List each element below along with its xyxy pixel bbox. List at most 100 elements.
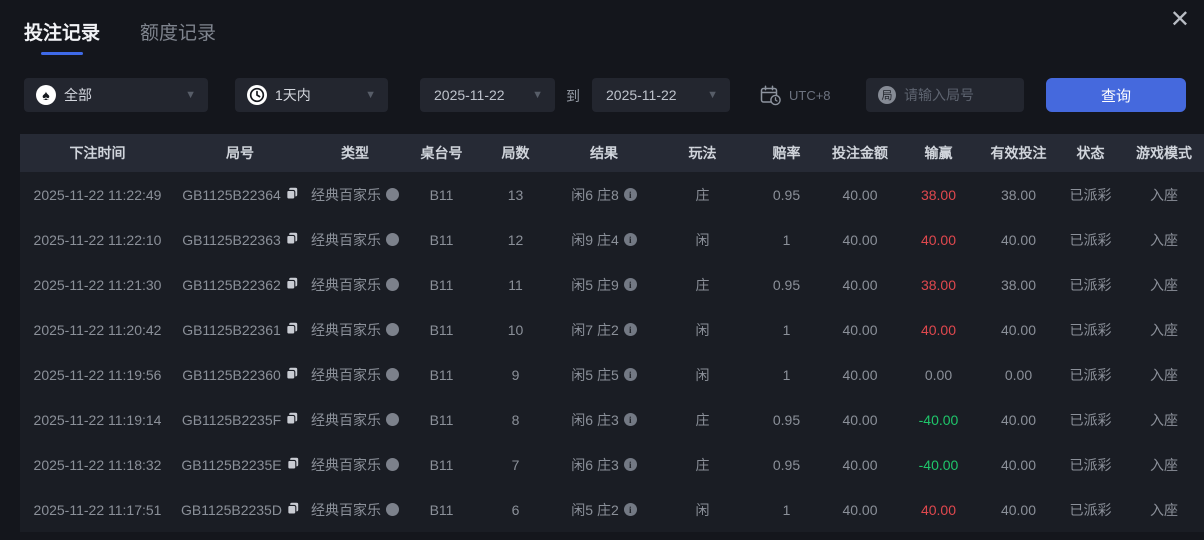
- game-logo-icon: [386, 458, 399, 471]
- cell-type: 经典百家乐: [305, 185, 405, 205]
- type-text: 经典百家乐: [311, 276, 381, 293]
- cell-game-mode: 入座: [1150, 411, 1178, 428]
- game-type-dropdown[interactable]: ♠ 全部 ▼: [24, 78, 208, 112]
- timezone-indicator: UTC+8: [760, 85, 831, 106]
- cell-type: 经典百家乐: [305, 410, 405, 430]
- copy-icon[interactable]: [286, 412, 298, 428]
- cell-game-mode: 入座: [1150, 186, 1178, 203]
- cell-win-loss: 38.00: [920, 186, 957, 203]
- copy-icon[interactable]: [286, 232, 298, 248]
- cell-win-loss: 40.00: [920, 501, 957, 518]
- date-from-value: 2025-11-22: [434, 87, 505, 103]
- cell-bet-amount: 40.00: [842, 186, 878, 203]
- cell-table-no: B11: [429, 231, 454, 248]
- cell-round-no: 6: [511, 501, 520, 518]
- cell-bet-amount: 40.00: [842, 456, 878, 473]
- cell-bet-time: 2025-11-22 11:18:32: [33, 456, 162, 473]
- info-icon[interactable]: i: [623, 188, 637, 201]
- cell-bet-amount: 40.00: [842, 501, 878, 518]
- search-input[interactable]: 局 请输入局号: [866, 78, 1024, 112]
- copy-icon[interactable]: [286, 457, 299, 473]
- cell-bet-time: 2025-11-22 11:20:42: [33, 321, 162, 338]
- cell-status: 已派彩: [1069, 231, 1112, 248]
- game-logo-icon: [386, 233, 399, 246]
- info-icon[interactable]: i: [623, 503, 637, 516]
- info-icon[interactable]: i: [623, 458, 637, 471]
- cell-odds: 0.95: [772, 186, 801, 203]
- round-id-text: GB1125B22360: [182, 366, 281, 383]
- timezone-label: UTC+8: [789, 88, 831, 103]
- result-text: 闲6 庄3: [571, 411, 619, 428]
- filter-bar: ♠ 全部 ▼ 1天内 ▼ 2025-11-22 ▼ 到 2025-11-22 ▼: [0, 78, 1204, 112]
- result-text: 闲9 庄4: [571, 231, 619, 248]
- cell-type: 经典百家乐: [305, 455, 405, 475]
- type-text: 经典百家乐: [311, 231, 381, 248]
- cell-table-no: B11: [429, 456, 454, 473]
- header-status: 状态: [1076, 145, 1105, 161]
- cell-win-loss: -40.00: [918, 411, 959, 428]
- date-to-value: 2025-11-22: [606, 87, 677, 103]
- cell-round-no: 9: [511, 366, 520, 383]
- header-round-id: 局号: [226, 145, 254, 161]
- date-to-label: 到: [566, 88, 580, 104]
- date-from-select[interactable]: 2025-11-22 ▼: [420, 78, 555, 112]
- cell-round-id: GB1125B22361: [175, 322, 305, 338]
- info-icon[interactable]: i: [623, 278, 637, 291]
- header-win-loss: 输赢: [924, 145, 953, 161]
- cell-result: 闲7 庄2 i: [553, 320, 655, 340]
- cell-status: 已派彩: [1069, 411, 1112, 428]
- copy-icon[interactable]: [286, 322, 298, 338]
- game-logo-icon: [386, 503, 399, 516]
- query-button[interactable]: 查询: [1046, 78, 1186, 112]
- tab-quota-records[interactable]: 额度记录: [140, 18, 216, 45]
- copy-icon[interactable]: [287, 502, 299, 518]
- copy-icon[interactable]: [286, 367, 298, 383]
- cell-round-no: 8: [511, 411, 520, 428]
- cell-win-loss: 40.00: [920, 321, 957, 338]
- calendar-clock-icon: [760, 85, 782, 106]
- chevron-down-icon: ▼: [532, 89, 543, 101]
- cell-table-no: B11: [429, 411, 454, 428]
- header-play: 玩法: [688, 145, 717, 161]
- cell-bet-time: 2025-11-22 11:17:51: [33, 501, 162, 518]
- copy-icon[interactable]: [286, 277, 298, 293]
- cell-odds: 0.95: [772, 276, 801, 293]
- cell-valid-bet: 0.00: [1004, 366, 1033, 383]
- cell-result: 闲6 庄8 i: [553, 185, 655, 205]
- info-icon[interactable]: i: [623, 233, 637, 246]
- cell-valid-bet: 38.00: [1000, 186, 1037, 203]
- cell-type: 经典百家乐: [305, 320, 405, 340]
- info-icon[interactable]: i: [623, 368, 637, 381]
- tab-bet-records[interactable]: 投注记录: [24, 18, 101, 55]
- copy-icon[interactable]: [286, 187, 298, 203]
- header-table-no: 桌台号: [420, 145, 463, 161]
- header-game-mode: 游戏模式: [1136, 145, 1192, 161]
- cell-play: 闲: [695, 501, 710, 518]
- cell-table-no: B11: [429, 366, 454, 383]
- active-tab-underline: [41, 52, 83, 55]
- table-row: 2025-11-22 11:20:42 GB1125B22361 经典百家乐 B…: [20, 307, 1204, 352]
- info-icon[interactable]: i: [623, 413, 637, 426]
- type-text: 经典百家乐: [311, 501, 381, 518]
- cell-bet-time: 2025-11-22 11:22:49: [33, 186, 162, 203]
- cell-bet-amount: 40.00: [842, 321, 878, 338]
- table-row: 2025-11-22 11:19:56 GB1125B22360 经典百家乐 B…: [20, 352, 1204, 397]
- cell-bet-amount: 40.00: [842, 366, 878, 383]
- cell-type: 经典百家乐: [305, 365, 405, 385]
- result-text: 闲6 庄3: [571, 456, 619, 473]
- date-to-select[interactable]: 2025-11-22 ▼: [592, 78, 730, 112]
- tab-bet-records-label: 投注记录: [24, 23, 101, 44]
- cell-game-mode: 入座: [1150, 501, 1178, 518]
- cell-round-no: 7: [511, 456, 520, 473]
- cell-game-mode: 入座: [1150, 276, 1178, 293]
- round-id-text: GB1125B22361: [182, 321, 281, 338]
- table-row: 2025-11-22 11:22:10 GB1125B22363 经典百家乐 B…: [20, 217, 1204, 262]
- cell-bet-amount: 40.00: [842, 231, 878, 248]
- time-range-dropdown[interactable]: 1天内 ▼: [235, 78, 388, 112]
- info-icon[interactable]: i: [623, 323, 637, 336]
- cell-type: 经典百家乐: [305, 500, 405, 520]
- cell-play: 闲: [695, 231, 710, 248]
- close-icon[interactable]: ✕: [1170, 8, 1190, 32]
- cell-odds: 1: [782, 321, 791, 338]
- header-odds: 赔率: [772, 145, 801, 161]
